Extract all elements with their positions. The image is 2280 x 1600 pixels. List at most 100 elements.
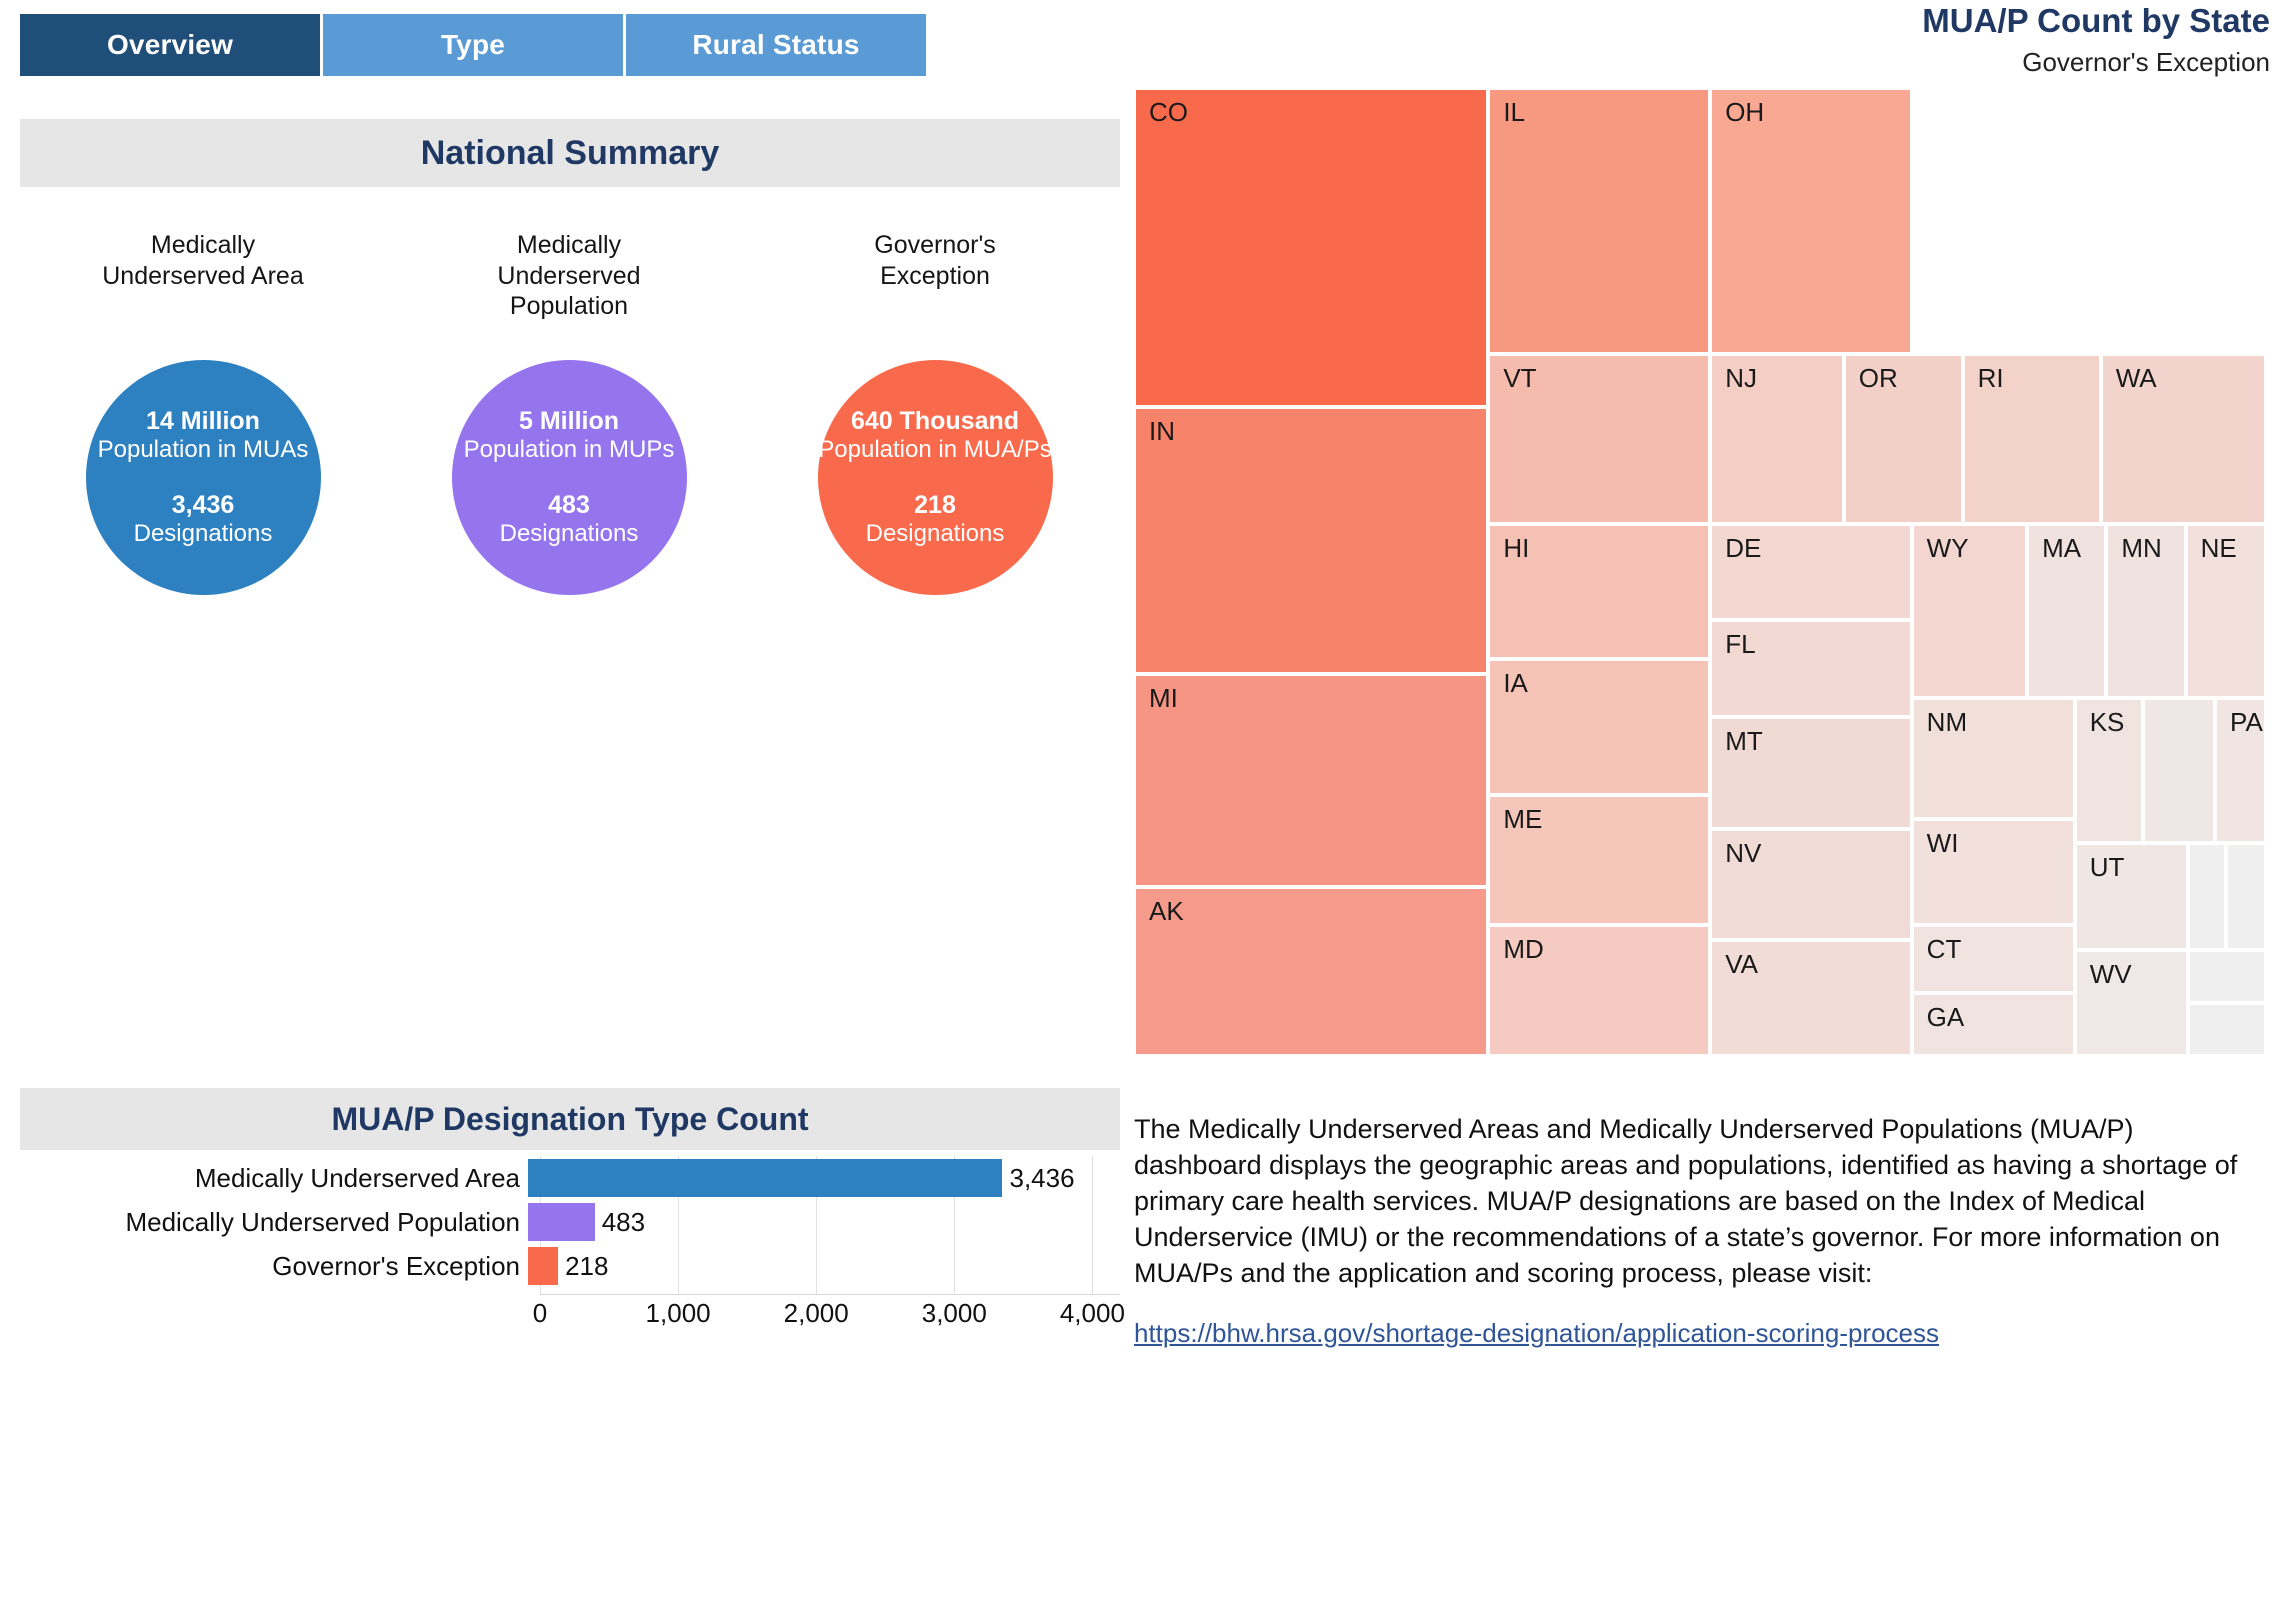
treemap-cell-pa[interactable]: PA [2215, 697, 2266, 844]
treemap-cell-nj[interactable]: NJ [1710, 354, 1844, 524]
bar-row: Governor's Exception 218 [20, 1244, 1120, 1288]
bar-category-label: Medically Underserved Population [125, 1206, 520, 1237]
tab-type[interactable]: Type [323, 14, 623, 76]
bar-rect[interactable] [528, 1159, 1003, 1197]
treemap-cell-de[interactable]: DE [1710, 523, 1912, 621]
treemap-cell-label: WY [1926, 532, 1969, 563]
treemap-cell-ne[interactable]: NE [2185, 523, 2266, 698]
treemap-cell-ct[interactable]: CT [1911, 925, 2075, 994]
designation-type-bar-chart: Medically Underserved Area 3,436 Medically… [20, 1156, 1125, 1328]
treemap-cell-ut[interactable]: UT [2074, 843, 2188, 950]
treemap-cell-il[interactable]: IL [1488, 88, 1711, 355]
tab-rural-status[interactable]: Rural Status [626, 14, 926, 76]
treemap-cell-label: NJ [1725, 363, 1757, 394]
treemap-cell[interactable] [2142, 697, 2216, 844]
kpi-mua-circle[interactable]: 14 Million Population in MUAs 3,436 Desi… [85, 360, 321, 595]
bar-rect[interactable] [528, 1203, 595, 1241]
treemap-cell-vt[interactable]: VT [1488, 354, 1711, 524]
bar-plot-area: 483 [528, 1200, 1108, 1244]
kpi-mup-caption: Medically Underserved Population [497, 231, 641, 320]
bar-axis-line [540, 1294, 1120, 1295]
treemap-cell-wy[interactable]: WY [1911, 523, 2028, 698]
kpi-governors-exception-population-label: Population in MUA/Ps [818, 436, 1052, 464]
treemap-cell-ak[interactable]: AK [1134, 886, 1489, 1056]
treemap-cell-label: CT [1926, 934, 1962, 965]
description-paragraph: The Medically Underserved Areas and Medi… [1134, 1114, 2238, 1288]
treemap-cell[interactable] [2187, 1002, 2266, 1056]
bar-rows: Medically Underserved Area 3,436 Medically… [20, 1156, 1120, 1288]
kpi-governors-exception-count: 218 [914, 490, 956, 519]
treemap-cell-oh[interactable]: OH [1710, 88, 1912, 355]
treemap-cell-mn[interactable]: MN [2106, 523, 2186, 698]
kpi-mup-circle[interactable]: 5 Million Population in MUPs 483 Designa… [451, 360, 687, 595]
kpi-governors-exception: Governor's Exception 640 Thousand Popula… [752, 230, 1118, 740]
treemap-cell-label: MI [1149, 682, 1178, 713]
bar-category-label: Governor's Exception [272, 1250, 520, 1281]
barchart-header: MUA/P Designation Type Count [20, 1088, 1120, 1150]
kpi-governors-exception-population: 640 Thousand [850, 406, 1020, 435]
treemap-cell-fl[interactable]: FL [1710, 620, 1912, 718]
treemap-cell-nv[interactable]: NV [1710, 828, 1912, 940]
treemap-cell[interactable] [2187, 949, 2266, 1003]
x-tick-label: 1,000 [645, 1298, 711, 1328]
treemap-cell-ma[interactable]: MA [2027, 523, 2107, 698]
tab-overview[interactable]: Overview [20, 14, 320, 76]
treemap-cell-mt[interactable]: MT [1710, 717, 1912, 829]
treemap-cell-or[interactable]: OR [1843, 354, 1963, 524]
kpi-mua-count: 3,436 [171, 490, 235, 519]
treemap-cell-ri[interactable]: RI [1962, 354, 2101, 524]
treemap-cell-label: HI [1503, 532, 1530, 563]
treemap-cell-wi[interactable]: WI [1911, 818, 2075, 926]
bar-value-label: 3,436 [1009, 1162, 1075, 1193]
treemap-cell-label: GA [1926, 1002, 1965, 1033]
treemap-cell-me[interactable]: ME [1488, 794, 1711, 926]
kpi-mua-population-label: Population in MUAs [97, 436, 309, 464]
bar-row: Medically Underserved Area 3,436 [20, 1156, 1120, 1200]
treemap-cell-hi[interactable]: HI [1488, 523, 1711, 660]
treemap-cell-md[interactable]: MD [1488, 925, 1711, 1056]
treemap-cell-wa[interactable]: WA [2100, 354, 2266, 524]
treemap-cell-label: NV [1725, 837, 1762, 868]
bar-x-axis-ticks: 0 1,000 2,000 3,000 4,000 [533, 1298, 1125, 1338]
treemap-cell-label: IA [1503, 668, 1528, 699]
treemap-cell-label: WA [2115, 363, 2157, 394]
treemap-cell-label: NM [1926, 706, 1968, 737]
treemap-cell-co[interactable]: CO [1134, 88, 1489, 408]
treemap-cell-ks[interactable]: KS [2074, 697, 2143, 844]
treemap-cell-label: FL [1725, 629, 1756, 660]
kpi-governors-exception-caption: Governor's Exception [874, 231, 996, 290]
treemap-cell-label: IN [1149, 416, 1175, 447]
bar-rect[interactable] [528, 1247, 559, 1285]
treemap-cell[interactable] [2226, 843, 2266, 950]
treemap-cell-wv[interactable]: WV [2074, 949, 2188, 1056]
treemap-cell-ia[interactable]: IA [1488, 659, 1711, 795]
kpi-mua-count-label: Designations [133, 520, 273, 547]
treemap-title: MUA/P Count by State [1922, 2, 2270, 39]
treemap-cell-label: KS [2089, 706, 2125, 737]
national-summary-header: National Summary [20, 119, 1120, 187]
treemap-cell-mi[interactable]: MI [1134, 673, 1489, 887]
treemap-cell[interactable] [2187, 843, 2227, 950]
treemap-cell-in[interactable]: IN [1134, 407, 1489, 674]
tab-type-label: Type [440, 29, 506, 60]
scoring-process-link[interactable]: https://bhw.hrsa.gov/shortage-designatio… [1134, 1318, 1939, 1349]
treemap-cell-label: UT [2089, 852, 2125, 883]
kpi-governors-exception-circle[interactable]: 640 Thousand Population in MUA/Ps 218 De… [817, 360, 1053, 595]
bar-plot-area: 3,436 [528, 1156, 1108, 1200]
kpi-governors-exception-count-label: Designations [865, 520, 1005, 547]
x-tick-label: 2,000 [783, 1298, 849, 1328]
treemap-cell-ga[interactable]: GA [1911, 993, 2075, 1056]
kpi-row: Medically Underserved Area 14 Million Po… [20, 230, 1120, 740]
kpi-mup-population: 5 Million [519, 406, 619, 435]
treemap-cell-label: ME [1503, 803, 1543, 834]
bar-category-label: Medically Underserved Area [194, 1162, 520, 1193]
kpi-mua-caption: Medically Underserved Area [102, 231, 304, 290]
treemap-cell-label: WV [2089, 958, 2132, 989]
x-tick-label: 3,000 [921, 1298, 987, 1328]
bar-value-label: 218 [565, 1250, 609, 1281]
bar-row: Medically Underserved Population 483 [20, 1200, 1120, 1244]
treemap-cell-label: WI [1926, 827, 1959, 858]
treemap-cell-va[interactable]: VA [1710, 939, 1912, 1056]
treemap-cell-nm[interactable]: NM [1911, 697, 2075, 819]
mua-p-count-by-state-treemap: CO IN MI AK IL VT HI IA ME MD OH NJ OR RI WA DE FL MT NV VA… [1134, 88, 2266, 1056]
